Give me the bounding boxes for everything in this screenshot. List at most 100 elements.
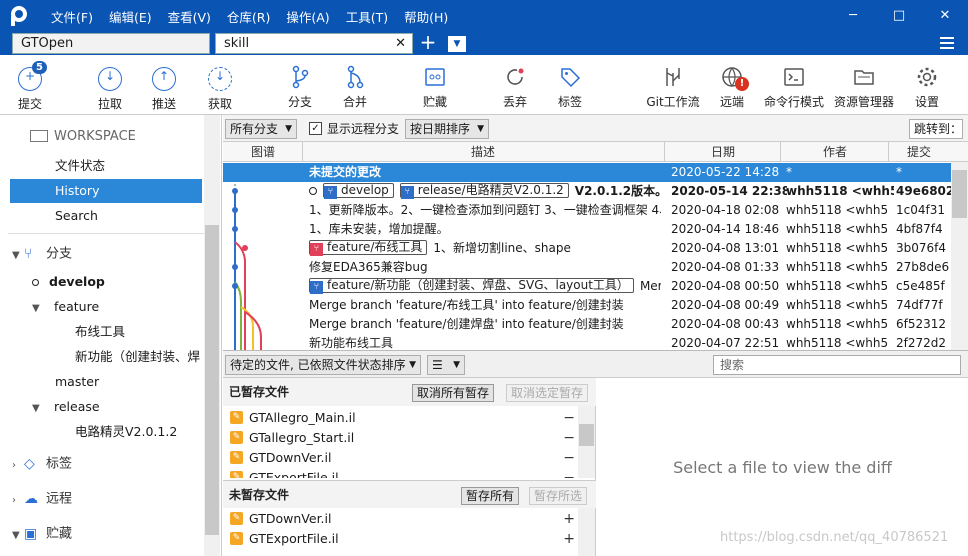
stash-label: 贮藏: [422, 95, 447, 109]
branch-item-release-version[interactable]: 电路精灵V2.0.1.2: [75, 420, 203, 444]
col-desc[interactable]: 描述: [471, 142, 495, 162]
col-commit[interactable]: 提交: [907, 142, 931, 162]
minimize-button[interactable]: ─: [830, 0, 876, 32]
menu-help[interactable]: 帮助(H): [396, 7, 456, 26]
tags-header[interactable]: › ◇ 标签: [12, 452, 216, 476]
tab-skill[interactable]: skill ✕: [215, 33, 413, 54]
remotes-header[interactable]: › ☁ 远程: [12, 487, 216, 511]
branch-icon: ⑂: [324, 186, 337, 199]
sidebar-item-search[interactable]: Search: [55, 204, 205, 228]
menu-view[interactable]: 查看(V): [160, 7, 219, 26]
staged-file-row[interactable]: ✎ GTDownVer.il −: [223, 448, 579, 468]
show-remote-checkbox[interactable]: ✓: [309, 122, 322, 135]
stage-icon[interactable]: +: [563, 509, 575, 529]
table-row[interactable]: 修复EDA365兼容bug 2020-04-08 01:33 whh5118 <…: [223, 258, 951, 277]
menu-file[interactable]: 文件(F): [43, 7, 101, 26]
close-window-button[interactable]: ✕: [922, 0, 968, 32]
staged-file-row[interactable]: ✎ GTExportFile.il −: [223, 468, 579, 478]
pull-button[interactable]: ↓ 拉取: [80, 55, 140, 115]
branch-item-develop[interactable]: develop: [32, 270, 202, 294]
table-row[interactable]: ⑂ develop ⑂ release/电路精灵V2.0.1.2 V2.0.1.2版本。…: [223, 182, 951, 201]
tab-dropdown-button[interactable]: ▼: [447, 35, 467, 53]
branches-header[interactable]: ▼ ⑂ 分支: [12, 242, 216, 266]
branch-ref-badge: ⑂ feature/布线工具: [309, 240, 428, 256]
branch-button[interactable]: 分支: [270, 55, 330, 115]
branch-item-master[interactable]: master: [55, 370, 203, 394]
table-row[interactable]: 新功能布线工具 2020-04-07 22:51 whh5118 <whh5 2…: [223, 334, 951, 350]
sidebar-item-history[interactable]: History: [10, 179, 202, 203]
maximize-button[interactable]: □: [876, 0, 922, 32]
menu-edit[interactable]: 编辑(E): [101, 7, 160, 26]
jump-to-button[interactable]: 跳转到：: [909, 119, 963, 139]
tag-button[interactable]: 标签: [540, 55, 600, 115]
unstage-selected-button[interactable]: 取消选定暂存: [506, 384, 589, 402]
settings-button[interactable]: 设置: [897, 55, 957, 115]
workspace-label: WORKSPACE: [54, 129, 136, 144]
tab-gtopen[interactable]: GTOpen: [12, 33, 210, 54]
branch-folder-feature[interactable]: ▼ feature: [32, 295, 202, 319]
table-row[interactable]: 1、更新降版本。2、一键检查添加到问题钉 3、一键检查调框架 4、 2020-0…: [223, 201, 951, 220]
table-row[interactable]: 未提交的更改 2020-05-22 14:28 * *: [223, 163, 951, 182]
branch-item-new-feature[interactable]: 新功能（创建封装、焊: [75, 345, 203, 369]
unstaged-file-row[interactable]: ✎ GTDownVer.il +: [223, 509, 579, 529]
commit-author: whh5118 <whh5: [786, 279, 889, 293]
file-search-input[interactable]: 搜索: [713, 355, 961, 375]
tab-close-icon[interactable]: ✕: [395, 34, 406, 53]
branch-folder-release[interactable]: ▼ release: [32, 395, 202, 419]
branch-icon: ⑂: [310, 243, 323, 256]
staged-file-row[interactable]: ✎ GTAllegro_Main.il −: [223, 408, 579, 428]
table-row[interactable]: 1、库未安装，增加提醒。 2020-04-14 18:46 whh5118 <w…: [223, 220, 951, 239]
table-scroll-thumb[interactable]: [952, 170, 967, 218]
commit-button[interactable]: + 5 提交: [0, 55, 60, 115]
col-date[interactable]: 日期: [711, 142, 735, 162]
remote-button[interactable]: 远端: [702, 55, 762, 115]
discard-button[interactable]: 丢弃: [485, 55, 545, 115]
table-row[interactable]: Merge branch 'feature/布线工具' into feature…: [223, 296, 951, 315]
merge-button[interactable]: 合并: [325, 55, 385, 115]
sort-dropdown[interactable]: 按日期排序 ▼: [405, 119, 489, 139]
col-author[interactable]: 作者: [823, 142, 847, 162]
add-tab-button[interactable]: +: [418, 32, 438, 54]
table-row[interactable]: ⑂ feature/布线工具 1、新增切割line、shape 2020-04-08…: [223, 239, 951, 258]
menu-actions[interactable]: 操作(A): [278, 7, 337, 26]
unstage-icon[interactable]: −: [563, 448, 575, 468]
stash-icon: ▣: [24, 526, 38, 542]
modified-icon: ✎: [230, 411, 243, 424]
unstage-icon[interactable]: −: [563, 408, 575, 428]
branch-label: 分支: [287, 95, 312, 109]
branch-item-routing-tool[interactable]: 布线工具: [75, 320, 203, 344]
view-mode-dropdown[interactable]: ☰ ▼: [427, 355, 465, 375]
unstage-all-button[interactable]: 取消所有暂存: [412, 384, 495, 402]
terminal-button[interactable]: 命令行模式: [763, 55, 825, 115]
pending-files-dropdown[interactable]: 待定的文件, 已依照文件状态排序 ▼: [225, 355, 421, 375]
push-button[interactable]: ↑ 推送: [134, 55, 194, 115]
menu-tools[interactable]: 工具(T): [338, 7, 396, 26]
gear-icon: [917, 67, 937, 87]
unstaged-scrollbar[interactable]: [578, 508, 595, 556]
table-row[interactable]: Merge branch 'feature/创建焊盘' into feature…: [223, 315, 951, 334]
stashes-header[interactable]: ▼ ▣ 贮藏: [12, 522, 216, 546]
hamburger-menu-icon[interactable]: [940, 37, 954, 49]
col-graph[interactable]: 图谱: [251, 142, 275, 162]
app-logo-icon: [9, 6, 29, 26]
commit-desc: ⑂ feature/新功能（创建封装、焊盘、SVG、layout工具） Merge: [309, 277, 661, 296]
sidebar-item-file-status[interactable]: 文件状态: [55, 154, 205, 178]
fetch-button[interactable]: ↓ 获取: [190, 55, 250, 115]
tags-label: 标签: [46, 456, 73, 472]
all-branches-dropdown[interactable]: 所有分支 ▼: [225, 119, 297, 139]
menu-repository[interactable]: 仓库(R): [219, 7, 278, 26]
unstage-icon[interactable]: −: [563, 428, 575, 448]
explorer-button[interactable]: 资源管理器: [833, 55, 895, 115]
table-row[interactable]: ⑂feature/新功能（创建封装、焊盘、SVG、layout工具）Merge …: [223, 277, 951, 296]
staged-scroll-thumb[interactable]: [579, 424, 594, 446]
unstaged-file-row[interactable]: ✎ GTExportFile.il +: [223, 529, 579, 549]
stage-selected-button[interactable]: 暂存所选: [529, 487, 588, 505]
branch-label: 布线工具: [75, 324, 126, 339]
sidebar-scroll-thumb[interactable]: [205, 225, 219, 535]
stage-icon[interactable]: +: [563, 529, 575, 549]
unstage-icon[interactable]: −: [563, 468, 575, 478]
gitflow-button[interactable]: Git工作流: [643, 55, 703, 115]
stash-button[interactable]: 贮藏: [405, 55, 465, 115]
staged-file-row[interactable]: ✎ GTallegro_Start.il −: [223, 428, 579, 448]
stage-all-button[interactable]: 暂存所有: [461, 487, 520, 505]
